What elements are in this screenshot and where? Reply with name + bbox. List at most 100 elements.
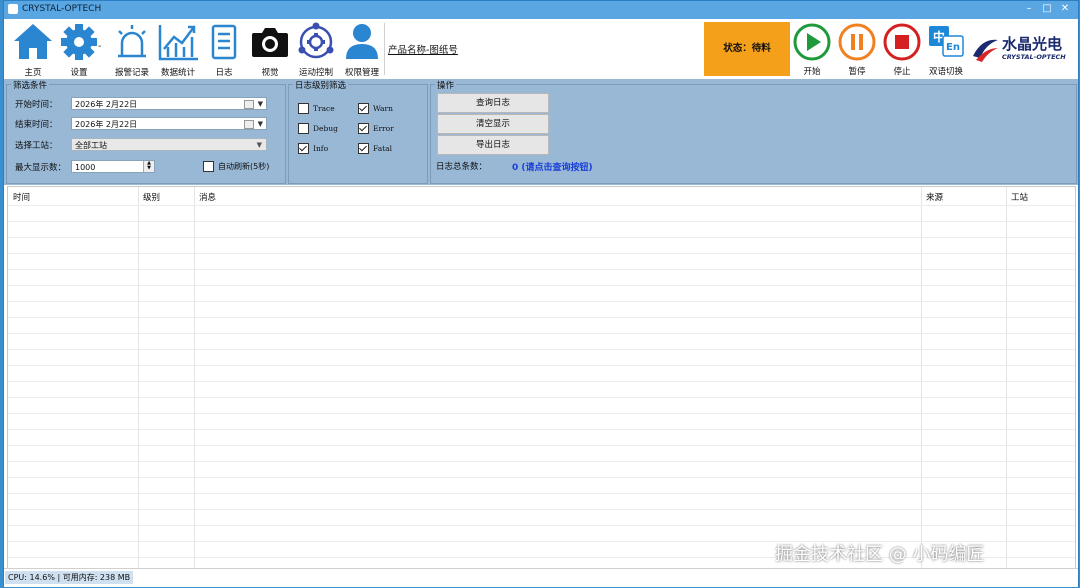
- checkbox-box[interactable]: [358, 123, 369, 134]
- group-title: 筛选条件: [11, 79, 50, 91]
- app-icon: [8, 4, 18, 14]
- level-trace-checkbox[interactable]: Trace: [298, 103, 335, 114]
- title-bar: CRYSTAL-OPTECH – □ ✕: [4, 1, 1078, 19]
- toolbar-item-label: 日志: [215, 68, 233, 78]
- machine-status-badge: 状态：待料: [704, 22, 790, 76]
- column-header-time[interactable]: 时间: [8, 187, 30, 205]
- checkbox-box[interactable]: [298, 123, 309, 134]
- logo-mark-icon: [973, 39, 998, 62]
- level-info-checkbox[interactable]: Info: [298, 143, 328, 154]
- close-button[interactable]: ✕: [1056, 2, 1074, 16]
- total-count-label: 日志总条数：: [436, 162, 488, 172]
- station-value: 全部工站: [75, 141, 107, 150]
- export-log-button[interactable]: 导出日志: [437, 135, 549, 155]
- pause-icon: [838, 23, 876, 61]
- spinner-arrows-icon[interactable]: ▲ ▼: [143, 161, 154, 172]
- row-divider: [8, 493, 1075, 494]
- max-display-value: 1000: [75, 163, 96, 172]
- column-header-level[interactable]: 级别: [138, 187, 160, 205]
- start-time-picker[interactable]: 2026年 2月22日 ▼: [71, 97, 267, 110]
- log-table[interactable]: 时间 级别 消息 来源 工站: [7, 186, 1076, 570]
- toolbar-permission-button[interactable]: 权限管理: [339, 21, 385, 78]
- gear-icon: -: [61, 24, 101, 60]
- station-label: 选择工站：: [15, 141, 58, 151]
- play-icon: [793, 23, 831, 61]
- control-label: 双语切换: [928, 67, 963, 77]
- max-display-stepper[interactable]: 1000 ▲ ▼: [71, 160, 155, 173]
- column-header-station[interactable]: 工站: [1006, 187, 1028, 205]
- end-time-picker[interactable]: 2026年 2月22日 ▼: [71, 117, 267, 130]
- row-divider: [8, 349, 1075, 350]
- product-name-link[interactable]: 产品名称-图纸号: [388, 42, 458, 56]
- auto-refresh-label: 自动刷新(5秒): [218, 162, 270, 171]
- window-title: CRYSTAL-OPTECH: [22, 4, 102, 14]
- column-header-source[interactable]: 来源: [921, 187, 943, 205]
- row-divider: [8, 285, 1075, 286]
- toolbar-vision-button[interactable]: 视觉: [247, 21, 293, 78]
- auto-refresh-box[interactable]: [203, 161, 214, 172]
- status-bar: CPU: 14.6% | 可用内存: 238 MB: [4, 568, 1078, 587]
- toolbar-motion-button[interactable]: 运动控制: [293, 21, 339, 78]
- group-title: 日志级别筛选: [293, 79, 349, 91]
- language-switch-button[interactable]: 中 En 双语切换: [924, 22, 968, 78]
- checkbox-box[interactable]: [358, 103, 369, 114]
- level-label: Warn: [373, 104, 393, 113]
- row-divider: [8, 365, 1075, 366]
- auto-refresh-checkbox[interactable]: 自动刷新(5秒): [203, 161, 269, 172]
- toolbar-item-label: 设置: [70, 68, 88, 78]
- toolbar-item-label: 主页: [24, 68, 42, 78]
- toolbar-item-label: 运动控制: [298, 68, 333, 78]
- level-warn-checkbox[interactable]: Warn: [358, 103, 393, 114]
- maximize-button[interactable]: □: [1038, 2, 1056, 16]
- alarm-icon: [118, 25, 146, 58]
- filter-panel: 筛选条件 开始时间： 2026年 2月22日 ▼ 结束时间： 2026年 2月2…: [4, 79, 1078, 185]
- column-divider: [1006, 187, 1007, 569]
- home-icon: [14, 24, 52, 59]
- end-time-label: 结束时间：: [15, 120, 58, 130]
- toolbar-home-button[interactable]: 主页: [10, 21, 56, 78]
- control-label: 开始: [803, 67, 821, 77]
- toolbar-log-button[interactable]: 日志: [201, 21, 247, 78]
- level-fatal-checkbox[interactable]: Fatal: [358, 143, 392, 154]
- user-icon: [346, 24, 378, 59]
- minimize-button[interactable]: –: [1020, 2, 1038, 16]
- query-log-button[interactable]: 查询日志: [437, 93, 549, 113]
- stop-icon: [883, 23, 921, 61]
- column-header-message[interactable]: 消息: [194, 187, 216, 205]
- calendar-icon: [244, 120, 254, 129]
- total-count-value: 0 (请点击查询按钮): [512, 163, 593, 173]
- toolbar-alarm-button[interactable]: 报警记录: [109, 21, 155, 78]
- control-label: 暂停: [848, 67, 866, 77]
- row-divider: [8, 445, 1075, 446]
- pause-button[interactable]: 暂停: [835, 22, 879, 78]
- checkbox-box[interactable]: [298, 103, 309, 114]
- level-label: Debug: [313, 124, 338, 133]
- chevron-down-icon: ▼: [257, 120, 263, 128]
- start-time-label: 开始时间：: [15, 100, 58, 110]
- clear-display-button[interactable]: 清空显示: [437, 114, 549, 134]
- level-label: Fatal: [373, 144, 393, 153]
- column-divider: [138, 187, 139, 569]
- toolbar-statistics-button[interactable]: 数据统计: [155, 21, 201, 78]
- checkbox-box[interactable]: [358, 143, 369, 154]
- level-debug-checkbox[interactable]: Debug: [298, 123, 338, 134]
- chevron-down-icon: ▼: [256, 141, 262, 149]
- toolbar-settings-button[interactable]: - 设置: [56, 21, 102, 78]
- station-select[interactable]: 全部工站 ▼: [71, 138, 267, 151]
- row-divider: [8, 301, 1075, 302]
- svg-text:-: -: [98, 41, 101, 52]
- level-label: Info: [313, 144, 329, 153]
- row-divider: [8, 381, 1075, 382]
- row-divider: [8, 509, 1075, 510]
- checkbox-box[interactable]: [298, 143, 309, 154]
- start-button[interactable]: 开始: [790, 22, 834, 78]
- motion-icon: [298, 22, 334, 59]
- row-divider: [8, 429, 1075, 430]
- toolbar-item-label: 权限管理: [344, 68, 379, 78]
- svg-text:En: En: [946, 42, 960, 53]
- level-error-checkbox[interactable]: Error: [358, 123, 394, 134]
- end-time-value: 2026年 2月22日: [75, 120, 138, 129]
- control-label: 停止: [893, 67, 911, 77]
- log-level-group: 日志级别筛选 Trace Warn Debug Error Info Fatal: [288, 79, 428, 184]
- stop-button[interactable]: 停止: [880, 22, 924, 78]
